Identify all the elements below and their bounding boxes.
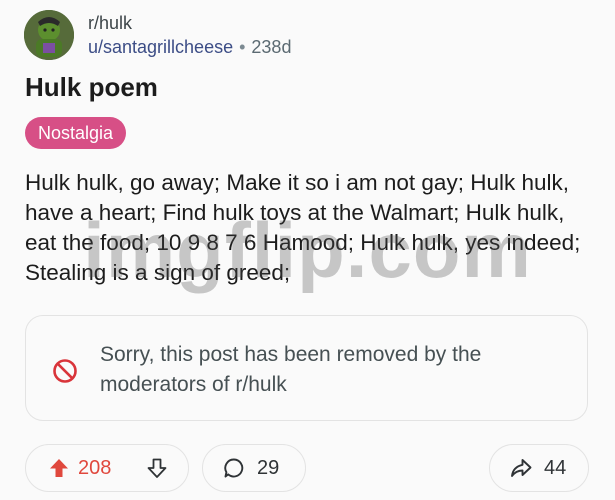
removed-notice: Sorry, this post has been removed by the…: [25, 315, 588, 421]
vote-bar: 208: [25, 444, 189, 492]
post-header: r/hulk u/santagrillcheese • 238d: [88, 12, 291, 60]
upvote-count: 208: [78, 457, 112, 479]
comments-button[interactable]: 29: [202, 444, 306, 492]
comment-bubble-icon: [224, 458, 244, 478]
share-button[interactable]: 44: [489, 444, 589, 492]
share-count: 44: [544, 457, 567, 479]
post-title[interactable]: Hulk poem: [25, 72, 158, 103]
imgflip-watermark: imgflip.com: [83, 206, 532, 294]
subreddit-avatar[interactable]: [24, 10, 74, 60]
meta-separator: •: [239, 37, 246, 57]
author-username[interactable]: u/santagrillcheese: [88, 37, 233, 57]
share-arrow-icon: [511, 459, 532, 477]
hulk-avatar-image: [24, 10, 74, 60]
arrow-down-icon[interactable]: [146, 457, 168, 479]
subreddit-name[interactable]: r/hulk: [88, 12, 291, 34]
post-meta: u/santagrillcheese • 238d: [88, 34, 291, 60]
post-card: r/hulk u/santagrillcheese • 238d Hulk poem…: [0, 0, 615, 500]
post-flair[interactable]: Nostalgia: [25, 117, 127, 149]
arrow-up-icon[interactable]: [48, 457, 70, 479]
removed-notice-text: Sorry, this post has been removed by the…: [100, 343, 482, 396]
comment-count: 29: [257, 457, 280, 479]
ban-icon: [53, 359, 77, 383]
post-age: 238d: [251, 37, 292, 57]
